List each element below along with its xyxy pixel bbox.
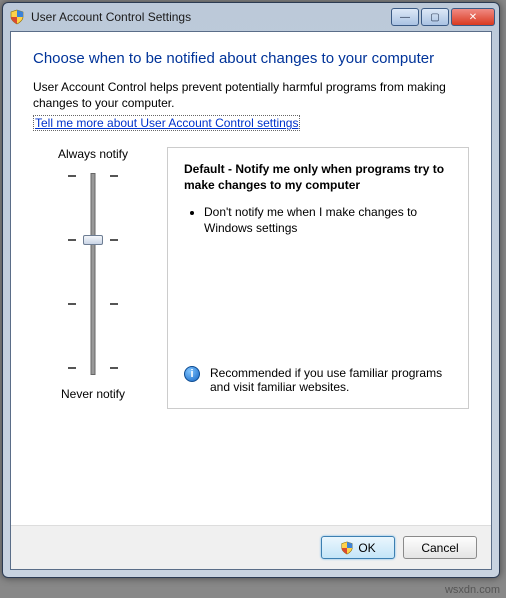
recommendation-text: Recommended if you use familiar programs… (210, 366, 452, 394)
window-title: User Account Control Settings (31, 10, 391, 24)
dialog-footer: OK Cancel (11, 525, 491, 569)
cancel-button[interactable]: Cancel (403, 536, 477, 559)
level-description-box: Default - Notify me only when programs t… (167, 147, 469, 409)
page-description: User Account Control helps prevent poten… (33, 79, 469, 111)
uac-shield-icon (9, 9, 25, 25)
level-bullet: Don't notify me when I make changes to W… (204, 204, 452, 236)
client-area: Choose when to be notified about changes… (10, 31, 492, 570)
notification-slider[interactable] (68, 169, 118, 379)
learn-more-link[interactable]: Tell me more about User Account Control … (33, 115, 300, 131)
ok-button[interactable]: OK (321, 536, 395, 559)
watermark: wsxdn.com (445, 584, 500, 596)
minimize-button[interactable]: — (391, 8, 419, 26)
ok-button-label: OK (358, 541, 375, 555)
slider-bottom-label: Never notify (33, 387, 153, 401)
uac-settings-window: User Account Control Settings — ▢ ✕ Choo… (2, 2, 500, 578)
page-heading: Choose when to be notified about changes… (33, 50, 469, 67)
uac-shield-icon (340, 541, 354, 555)
slider-thumb[interactable] (83, 235, 103, 245)
close-button[interactable]: ✕ (451, 8, 495, 26)
cancel-button-label: Cancel (421, 541, 458, 555)
level-title: Default - Notify me only when programs t… (184, 162, 452, 193)
titlebar[interactable]: User Account Control Settings — ▢ ✕ (3, 3, 499, 31)
maximize-button[interactable]: ▢ (421, 8, 449, 26)
slider-top-label: Always notify (33, 147, 153, 161)
info-icon: i (184, 366, 200, 382)
